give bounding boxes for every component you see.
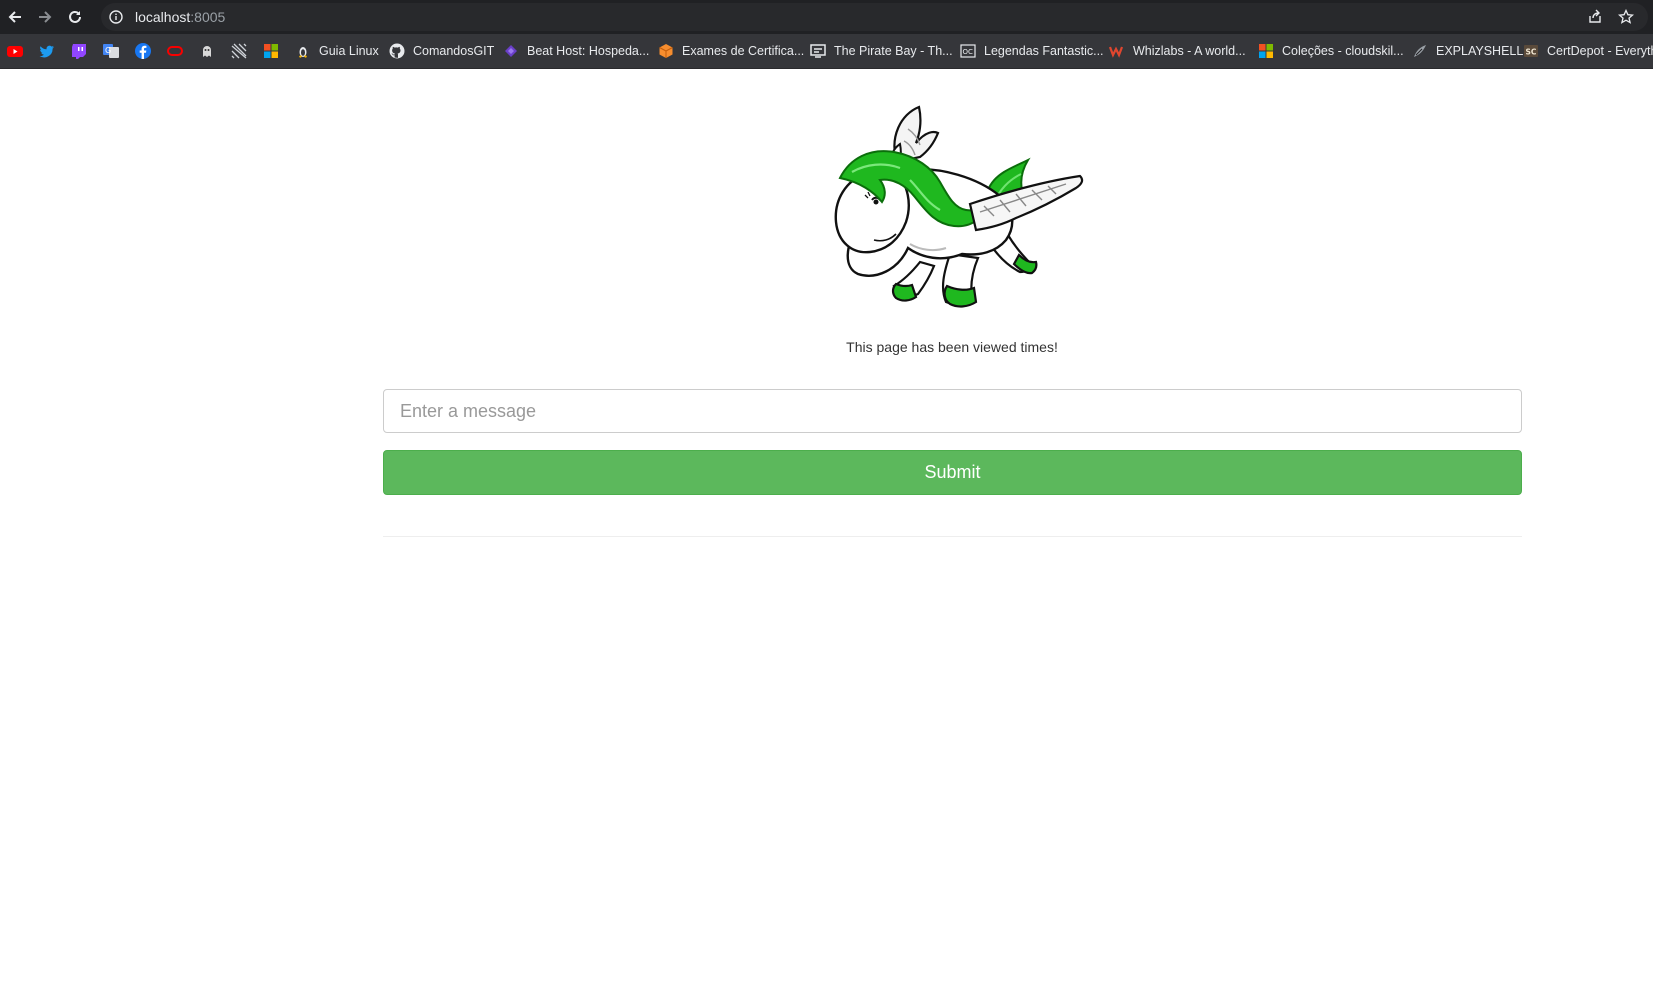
bookmark-google-translate[interactable]: G xyxy=(103,34,119,68)
microsoft-icon xyxy=(1258,43,1274,59)
url-host: localhost xyxy=(135,9,191,25)
bookmark-youtube[interactable] xyxy=(7,34,23,68)
bookmark-pirate-bay[interactable]: The Pirate Bay - Th... xyxy=(810,34,953,68)
beathost-icon xyxy=(503,43,519,59)
bookmark-certdepot[interactable]: SC CertDepot - Everyth xyxy=(1523,34,1653,68)
arrow-left-icon xyxy=(8,11,21,23)
linux-icon xyxy=(295,43,311,59)
bookmark-twitch[interactable] xyxy=(71,34,87,68)
bookmark-legendas[interactable]: OC Legendas Fantastic... xyxy=(960,34,1104,68)
bookmark-oracle[interactable] xyxy=(167,34,183,68)
bookmark-label: Whizlabs - A world... xyxy=(1133,44,1246,58)
bookmarks-bar: G Guia Linux ComandosGIT Beat Host: Hosp… xyxy=(0,34,1653,69)
url-port: :8005 xyxy=(190,9,226,25)
message-input[interactable] xyxy=(383,389,1522,433)
pirate-bay-icon xyxy=(810,43,826,59)
svg-text:OC: OC xyxy=(963,48,974,56)
bookmark-star-button[interactable] xyxy=(1616,7,1636,27)
bookmark-twitter[interactable] xyxy=(39,34,55,68)
bookmark-guia-linux[interactable]: Guia Linux xyxy=(295,34,379,68)
bookmark-label: Coleções - cloudskil... xyxy=(1282,44,1404,58)
reload-icon xyxy=(69,10,81,23)
bookmark-exames-certificacao[interactable]: Exames de Certifica... xyxy=(658,34,804,68)
facebook-icon xyxy=(135,43,151,59)
bookmark-label: Exames de Certifica... xyxy=(682,44,805,58)
legendas-icon: OC xyxy=(960,43,976,59)
submit-button[interactable]: Submit xyxy=(383,450,1522,495)
address-bar[interactable]: localhost:8005 xyxy=(101,3,1648,31)
bookmark-colecoes[interactable]: Coleções - cloudskil... xyxy=(1258,34,1404,68)
aws-cube-icon xyxy=(658,43,674,59)
ghost-icon xyxy=(199,43,215,59)
youtube-icon xyxy=(7,43,23,59)
share-icon xyxy=(1589,9,1601,23)
back-button[interactable] xyxy=(3,5,27,29)
microsoft-icon xyxy=(263,43,279,59)
oracle-icon xyxy=(167,43,183,59)
bookmark-beat-host[interactable]: Beat Host: Hospeda... xyxy=(503,34,649,68)
bookmark-explainshell[interactable]: EXPLAYSHELL xyxy=(1412,34,1523,68)
page-view-counter: This page has been viewed times! xyxy=(846,339,1058,355)
google-translate-icon: G xyxy=(103,43,119,59)
bookmark-label: EXPLAYSHELL xyxy=(1436,44,1524,58)
explainshell-icon xyxy=(1412,43,1428,59)
forward-button[interactable] xyxy=(33,5,57,29)
whizlabs-icon xyxy=(1109,43,1125,59)
reload-button[interactable] xyxy=(63,5,87,29)
bookmark-label: Beat Host: Hospeda... xyxy=(527,44,650,58)
twitch-icon xyxy=(71,43,87,59)
bookmark-comandosgit[interactable]: ComandosGIT xyxy=(389,34,494,68)
bookmark-label: ComandosGIT xyxy=(413,44,495,58)
divider xyxy=(383,536,1522,537)
bookmark-label: CertDepot - Everyth xyxy=(1547,44,1653,58)
bookmark-label: Legendas Fantastic... xyxy=(984,44,1104,58)
certdepot-icon: SC xyxy=(1523,43,1539,59)
grid-pattern-icon xyxy=(231,43,247,59)
url-text[interactable]: localhost:8005 xyxy=(135,9,225,25)
svg-text:SC: SC xyxy=(1526,48,1537,57)
bookmark-facebook[interactable] xyxy=(135,34,151,68)
svg-text:G: G xyxy=(105,46,111,55)
page-content: This page has been viewed times! Submit xyxy=(0,69,1653,1001)
bookmark-whizlabs[interactable]: Whizlabs - A world... xyxy=(1109,34,1246,68)
flying-unicorn-logo xyxy=(834,105,1084,308)
bookmark-ghost[interactable] xyxy=(199,34,215,68)
twitter-icon xyxy=(39,43,55,59)
star-icon xyxy=(1618,9,1634,24)
share-button[interactable] xyxy=(1585,7,1605,27)
bookmark-label: Guia Linux xyxy=(319,44,379,58)
arrow-right-icon xyxy=(39,11,52,23)
bookmark-microsoft[interactable] xyxy=(263,34,279,68)
browser-toolbar: localhost:8005 xyxy=(0,0,1653,34)
bookmark-grid-pattern[interactable] xyxy=(231,34,247,68)
github-icon xyxy=(389,43,405,59)
bookmark-label: The Pirate Bay - Th... xyxy=(834,44,953,58)
info-icon[interactable] xyxy=(109,10,123,24)
